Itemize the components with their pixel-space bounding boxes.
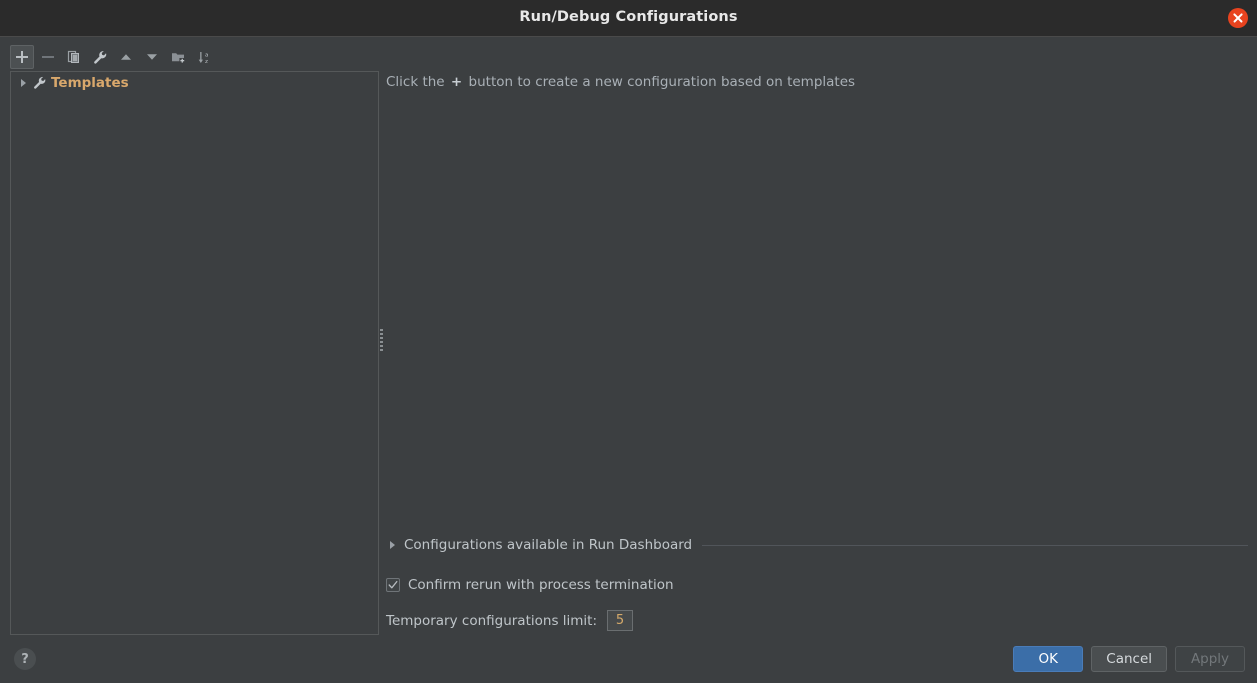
chevron-right-icon[interactable] xyxy=(17,77,29,89)
run-dashboard-section[interactable]: Configurations available in Run Dashboar… xyxy=(386,535,1248,555)
splitter-handle-dots xyxy=(380,329,383,351)
copy-configuration-button[interactable] xyxy=(62,45,86,69)
confirm-rerun-checkbox[interactable] xyxy=(386,578,400,592)
wrench-icon xyxy=(93,50,108,65)
arrow-down-icon xyxy=(145,50,159,64)
confirm-rerun-checkbox-row[interactable]: Confirm rerun with process termination xyxy=(386,577,674,593)
sort-az-icon: a z xyxy=(197,50,212,65)
folder-add-icon xyxy=(171,50,186,64)
window-titlebar: Run/Debug Configurations xyxy=(0,0,1257,37)
svg-text:z: z xyxy=(205,59,208,65)
remove-configuration-button[interactable] xyxy=(36,45,60,69)
close-icon[interactable] xyxy=(1228,8,1248,28)
hint-suffix: button to create a new configuration bas… xyxy=(468,74,856,90)
temp-limit-label: Temporary configurations limit: xyxy=(386,612,598,629)
cancel-button[interactable]: Cancel xyxy=(1091,646,1167,672)
copy-icon xyxy=(67,50,81,64)
run-dashboard-label[interactable]: Configurations available in Run Dashboar… xyxy=(404,537,692,553)
wrench-icon xyxy=(32,75,48,91)
hint-prefix: Click the xyxy=(386,74,445,90)
add-configuration-button[interactable] xyxy=(10,45,34,69)
ok-button[interactable]: OK xyxy=(1013,646,1084,672)
arrow-up-icon xyxy=(119,50,133,64)
check-icon xyxy=(388,580,398,589)
run-debug-configurations-dialog: Run/Debug Configurations a z Templates C… xyxy=(0,0,1257,683)
minus-icon xyxy=(41,50,55,64)
new-folder-button[interactable] xyxy=(166,45,190,69)
configurations-toolbar: a z xyxy=(10,45,216,69)
edit-templates-button[interactable] xyxy=(88,45,112,69)
temp-limit-row: Temporary configurations limit: xyxy=(386,610,634,631)
tree-item-label: Templates xyxy=(51,75,129,91)
move-up-button[interactable] xyxy=(114,45,138,69)
temp-limit-input[interactable] xyxy=(607,610,634,631)
tree-item-templates[interactable]: Templates xyxy=(11,72,378,94)
section-divider xyxy=(702,544,1248,546)
dialog-action-buttons: OK Cancel Apply xyxy=(1013,646,1245,672)
move-down-button[interactable] xyxy=(140,45,164,69)
hint-plus-glyph: + xyxy=(450,74,463,90)
svg-text:a: a xyxy=(205,52,208,58)
plus-icon xyxy=(15,50,29,64)
chevron-right-icon[interactable] xyxy=(386,539,398,551)
apply-button: Apply xyxy=(1175,646,1245,672)
empty-state-hint: Click the + button to create a new confi… xyxy=(386,74,855,90)
sort-configurations-button[interactable]: a z xyxy=(192,45,216,69)
help-button[interactable]: ? xyxy=(14,648,36,670)
panel-splitter[interactable] xyxy=(379,71,384,635)
confirm-rerun-label: Confirm rerun with process termination xyxy=(408,577,674,593)
window-title: Run/Debug Configurations xyxy=(519,9,738,25)
configurations-tree-panel[interactable]: Templates xyxy=(10,71,379,635)
